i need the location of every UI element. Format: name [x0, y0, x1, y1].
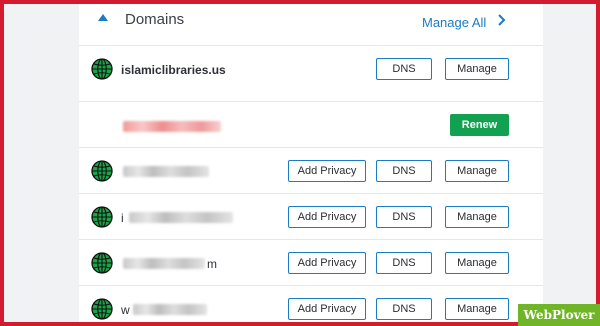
dns-button[interactable]: DNS [376, 160, 432, 182]
globe-icon [91, 206, 113, 228]
domain-row-expiring: Renew [79, 101, 543, 148]
manage-all-link[interactable]: Manage All [422, 15, 486, 30]
dns-button[interactable]: DNS [376, 298, 432, 320]
domain-name-prefix: w [121, 303, 130, 317]
globe-icon [91, 252, 113, 274]
domain-name-suffix: m [207, 257, 217, 271]
collapse-arrow-icon[interactable] [98, 14, 108, 21]
globe-icon [91, 298, 113, 320]
dns-button[interactable]: DNS [376, 58, 432, 80]
manage-button[interactable]: Manage [445, 252, 509, 274]
redacted-domain [133, 304, 207, 315]
redacted-domain [123, 166, 209, 177]
add-privacy-button[interactable]: Add Privacy [288, 206, 366, 228]
redacted-domain [123, 258, 205, 269]
domains-header: Domains Manage All [79, 4, 543, 45]
globe-icon [91, 58, 113, 80]
domains-panel: Domains Manage All islamiclibraries.us D… [79, 4, 543, 322]
domain-row: m Add Privacy DNS Manage [79, 239, 543, 286]
manage-button[interactable]: Manage [445, 298, 509, 320]
domains-title: Domains [125, 11, 185, 28]
webplover-watermark: WebPlover [518, 304, 600, 326]
screenshot-frame: Domains Manage All islamiclibraries.us D… [4, 4, 596, 322]
renew-button[interactable]: Renew [450, 114, 509, 136]
add-privacy-button[interactable]: Add Privacy [288, 298, 366, 320]
manage-button[interactable]: Manage [445, 160, 509, 182]
add-privacy-button[interactable]: Add Privacy [288, 160, 366, 182]
manage-button[interactable]: Manage [445, 58, 509, 80]
domain-row: Add Privacy DNS Manage [79, 147, 543, 194]
domain-row: islamiclibraries.us DNS Manage [79, 45, 543, 92]
domain-name-prefix: i [121, 211, 124, 225]
globe-icon [91, 160, 113, 182]
add-privacy-button[interactable]: Add Privacy [288, 252, 366, 274]
domain-name[interactable]: islamiclibraries.us [121, 63, 226, 77]
manage-button[interactable]: Manage [445, 206, 509, 228]
redacted-domain [129, 212, 233, 223]
chevron-right-icon[interactable] [497, 14, 507, 26]
dns-button[interactable]: DNS [376, 252, 432, 274]
domain-row: i Add Privacy DNS Manage [79, 193, 543, 240]
domain-row: w Add Privacy DNS Manage [79, 285, 543, 322]
dns-button[interactable]: DNS [376, 206, 432, 228]
redacted-domain [123, 121, 221, 132]
